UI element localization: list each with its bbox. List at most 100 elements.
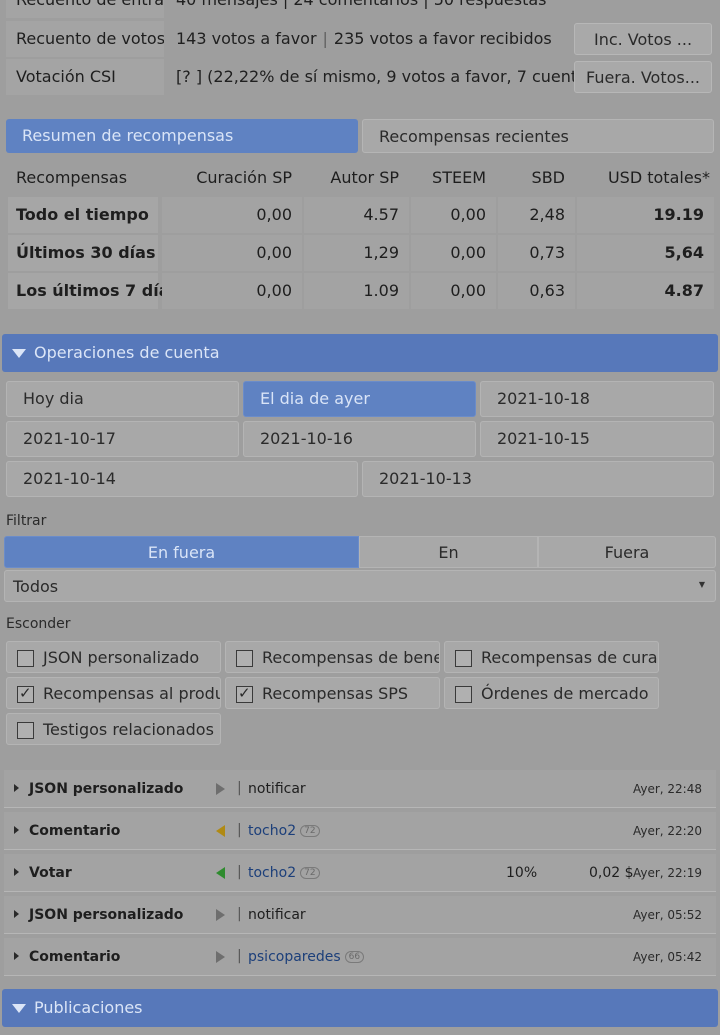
table-header: Autor SP: [330, 168, 399, 187]
table-cell: 2,48: [498, 197, 575, 233]
section-header-operations[interactable]: Operaciones de cuenta: [2, 334, 718, 372]
checkbox-icon[interactable]: [455, 650, 472, 667]
option-label: Órdenes de mercado: [481, 684, 649, 703]
operation-type: Votar: [29, 865, 72, 881]
option-label: Recompensas de benefa: [262, 648, 440, 667]
table-cell: 0,00: [411, 273, 496, 309]
expand-arrow-icon[interactable]: [14, 952, 19, 960]
date-button[interactable]: 2021-10-18: [480, 381, 714, 417]
table-cell-total: 5,64: [577, 235, 714, 271]
csi-row: Votación CSI [? ] (22,22% de sí mismo, 9…: [4, 59, 716, 95]
table-row-label: Los últimos 7 días: [8, 273, 179, 309]
hide-option-sps-rewards[interactable]: Recompensas SPS: [225, 677, 440, 709]
date-today-button[interactable]: Hoy dia: [6, 381, 239, 417]
user-link[interactable]: psicoparedes 66: [248, 949, 365, 965]
operation-type: JSON personalizado: [29, 781, 184, 797]
upvotes-received: 235 votos a favor recibidos: [333, 29, 552, 48]
filter-tab-in-out[interactable]: En fuera: [4, 536, 359, 568]
date-yesterday-button[interactable]: El dia de ayer: [243, 381, 476, 417]
direction-right-icon: [216, 909, 225, 921]
filter-tab-in[interactable]: En: [359, 536, 538, 568]
user-link[interactable]: tocho2 72: [248, 823, 320, 839]
operation-target: notificar: [248, 781, 306, 797]
table-row-label: Últimos 30 días: [8, 235, 158, 271]
section-title: Publicaciones: [34, 998, 143, 1017]
separator: |: [237, 780, 242, 796]
table-cell-total: 19.19: [577, 197, 714, 233]
separator: |: [237, 822, 242, 838]
hide-option-witness[interactable]: Testigos relacionados: [6, 713, 221, 745]
option-label: Recompensas de curació: [481, 648, 658, 667]
table-cell: 0,00: [411, 235, 496, 271]
checkbox-icon[interactable]: [17, 650, 34, 667]
hide-option-custom-json[interactable]: JSON personalizado: [6, 641, 221, 673]
table-cell: 0,00: [162, 273, 302, 309]
expand-arrow-icon[interactable]: [14, 784, 19, 792]
collapse-triangle-icon: [12, 349, 26, 358]
table-cell: 4.57: [304, 197, 409, 233]
tab-recent-rewards[interactable]: Recompensas recientes: [362, 119, 714, 153]
date-button[interactable]: 2021-10-14: [6, 461, 358, 497]
table-header: Recompensas: [16, 168, 128, 187]
filter-label: Filtrar: [6, 513, 47, 529]
expand-arrow-icon[interactable]: [14, 868, 19, 876]
outgoing-votes-button[interactable]: Fuera. Votos...: [574, 61, 712, 93]
operation-type: Comentario: [29, 823, 121, 839]
filter-tab-out[interactable]: Fuera: [538, 536, 716, 568]
separator: |: [237, 864, 242, 880]
date-button[interactable]: 2021-10-16: [243, 421, 476, 457]
operation-time: Ayer, 05:42: [632, 950, 702, 964]
operation-row[interactable]: Comentario | tocho2 72 Ayer, 22:20: [4, 812, 716, 850]
incoming-votes-button[interactable]: Inc. Votos ...: [574, 23, 712, 55]
option-label: JSON personalizado: [43, 648, 200, 667]
hide-option-producer-rewards[interactable]: Recompensas al product: [6, 677, 221, 709]
vote-value: 0,02 $: [589, 865, 634, 881]
filter-select-value: Todos: [13, 577, 59, 596]
hide-option-market-orders[interactable]: Órdenes de mercado: [444, 677, 659, 709]
option-label: Testigos relacionados: [43, 720, 214, 739]
entries-count-row: Recuento de entradas 40 mensajes | 24 co…: [4, 0, 716, 18]
direction-right-icon: [216, 783, 225, 795]
date-button[interactable]: 2021-10-15: [480, 421, 714, 457]
table-header: STEEM: [432, 168, 486, 187]
expand-arrow-icon[interactable]: [14, 826, 19, 834]
table-header: Curación SP: [196, 168, 292, 187]
table-cell: 1.09: [304, 273, 409, 309]
info-label: Votación CSI: [6, 59, 164, 95]
option-label: Recompensas SPS: [262, 684, 409, 703]
operation-time: Ayer, 22:48: [632, 782, 702, 796]
option-label: Recompensas al product: [43, 684, 221, 703]
table-cell: 1,29: [304, 235, 409, 271]
upvotes-count: 143 votos a favor: [176, 29, 317, 48]
checkbox-icon[interactable]: [17, 722, 34, 739]
hide-label: Esconder: [6, 616, 71, 632]
checkbox-checked-icon[interactable]: [236, 684, 253, 703]
filter-select[interactable]: Todos ▼: [4, 570, 716, 602]
checkbox-icon[interactable]: [455, 686, 472, 703]
reputation-badge: 72: [300, 825, 320, 837]
tab-reward-summary[interactable]: Resumen de recompensas: [6, 119, 358, 153]
date-button[interactable]: 2021-10-17: [6, 421, 239, 457]
operation-row[interactable]: JSON personalizado | notificar Ayer, 22:…: [4, 770, 716, 808]
info-label: Recuento de entradas: [6, 0, 164, 18]
section-header-publications[interactable]: Publicaciones: [2, 989, 718, 1027]
user-link[interactable]: tocho2 72: [248, 865, 320, 881]
votes-count-row: Recuento de votos 143 votos a favor | 235 …: [4, 21, 716, 57]
operation-row[interactable]: Votar | tocho2 72 10% 0,02 $ Ayer, 22:19: [4, 854, 716, 892]
hide-option-curation-rewards[interactable]: Recompensas de curació: [444, 641, 659, 673]
operation-row[interactable]: Comentario | psicoparedes 66 Ayer, 05:42: [4, 938, 716, 976]
operation-time: Ayer, 22:20: [632, 824, 702, 838]
hide-option-beneficiary-rewards[interactable]: Recompensas de benefa: [225, 641, 440, 673]
checkbox-icon[interactable]: [236, 650, 253, 667]
direction-left-icon: [216, 867, 225, 879]
separator: |: [237, 906, 242, 922]
expand-arrow-icon[interactable]: [14, 910, 19, 918]
operation-type: JSON personalizado: [29, 907, 184, 923]
operation-type: Comentario: [29, 949, 121, 965]
section-title: Operaciones de cuenta: [34, 343, 220, 362]
operation-row[interactable]: JSON personalizado | notificar Ayer, 05:…: [4, 896, 716, 934]
table-cell: 0,63: [498, 273, 575, 309]
table-header: USD totales*: [607, 168, 710, 187]
checkbox-checked-icon[interactable]: [17, 684, 34, 703]
date-button[interactable]: 2021-10-13: [362, 461, 714, 497]
